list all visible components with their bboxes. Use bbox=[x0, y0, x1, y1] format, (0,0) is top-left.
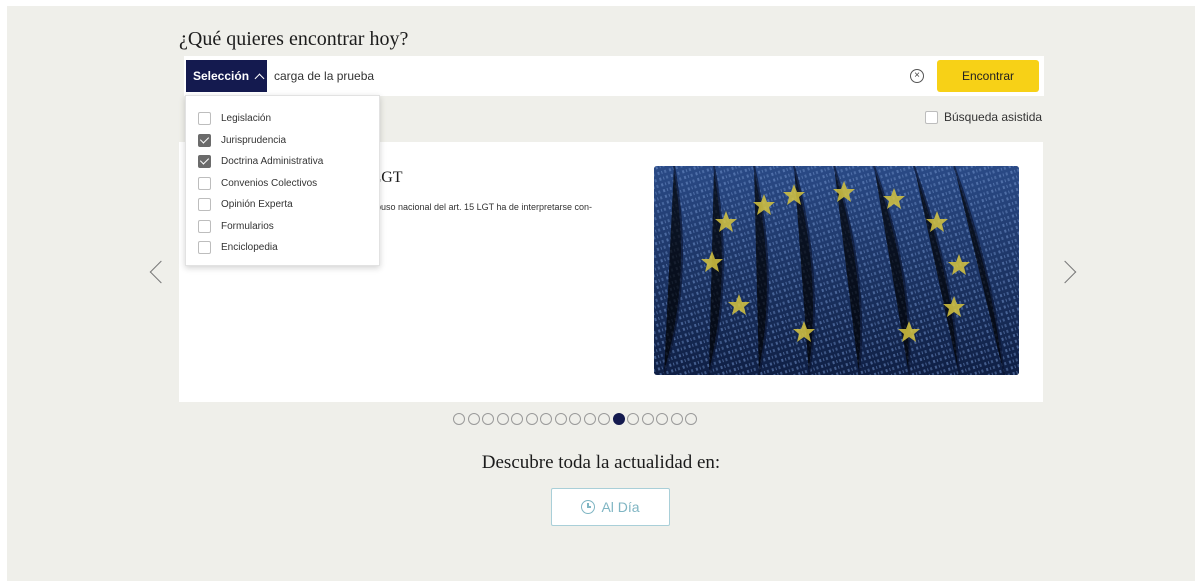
dropdown-option[interactable]: Jurisprudencia bbox=[198, 130, 379, 152]
page: ¿Qué quieres encontrar hoy? Selección × … bbox=[7, 6, 1195, 581]
selection-dropdown-button[interactable]: Selección bbox=[186, 60, 267, 92]
carousel-dot[interactable] bbox=[525, 413, 538, 425]
clock-icon bbox=[581, 500, 596, 514]
dropdown-option[interactable]: Formularios bbox=[198, 216, 379, 238]
card-summary: buso nacional del art. 15 LGT ha de inte… bbox=[376, 202, 592, 212]
al-dia-label: Al Día bbox=[601, 499, 640, 515]
carousel-dot[interactable] bbox=[656, 413, 668, 425]
dropdown-option[interactable]: Opinión Experta bbox=[198, 194, 379, 216]
dropdown-option[interactable]: Doctrina Administrativa bbox=[198, 151, 379, 173]
dropdown-option[interactable]: Enciclopedia bbox=[198, 237, 379, 259]
carousel-dot[interactable] bbox=[482, 413, 494, 425]
assisted-search-checkbox[interactable] bbox=[925, 110, 938, 124]
selection-dropdown-menu: Legislación Jurisprudencia Doctrina Admini… bbox=[185, 95, 380, 266]
carousel-pagination bbox=[453, 413, 697, 425]
carousel-dot[interactable] bbox=[627, 413, 639, 425]
carousel-dot[interactable] bbox=[453, 413, 465, 425]
carousel-dot[interactable] bbox=[641, 413, 654, 425]
search-bar: Selección × Encontrar bbox=[184, 56, 1044, 96]
carousel-dot[interactable] bbox=[670, 413, 683, 425]
option-label: Doctrina Administrativa bbox=[221, 156, 324, 168]
search-input[interactable] bbox=[274, 61, 874, 91]
assisted-search-toggle[interactable]: Búsqueda asistida bbox=[925, 110, 1042, 124]
carousel-dot[interactable] bbox=[554, 413, 567, 425]
carousel-next-chevron-right-icon[interactable] bbox=[1053, 260, 1077, 284]
chevron-up-icon bbox=[254, 73, 265, 83]
al-dia-button[interactable]: Al Día bbox=[551, 488, 670, 526]
carousel-dot[interactable] bbox=[612, 413, 625, 425]
carousel-dot[interactable] bbox=[540, 413, 552, 425]
option-checkbox[interactable] bbox=[198, 155, 211, 169]
option-checkbox[interactable] bbox=[198, 198, 211, 212]
carousel-dot[interactable] bbox=[511, 413, 523, 425]
carousel-prev-chevron-left-icon[interactable] bbox=[149, 260, 173, 284]
find-button[interactable]: Encontrar bbox=[937, 60, 1039, 92]
carousel-dot[interactable] bbox=[467, 413, 480, 425]
option-label: Opinión Experta bbox=[221, 199, 293, 211]
option-checkbox[interactable] bbox=[198, 241, 211, 255]
option-label: Legislación bbox=[221, 113, 272, 125]
assisted-search-label: Búsqueda asistida bbox=[944, 110, 1043, 124]
dropdown-option[interactable]: Convenios Colectivos bbox=[198, 173, 379, 195]
carousel-dot[interactable] bbox=[685, 413, 697, 425]
dropdown-option[interactable]: Legislación bbox=[198, 108, 379, 130]
option-checkbox[interactable] bbox=[198, 219, 211, 233]
option-checkbox[interactable] bbox=[198, 133, 211, 147]
option-checkbox[interactable] bbox=[198, 112, 211, 126]
option-label: Enciclopedia bbox=[221, 242, 278, 254]
page-title: ¿Qué quieres encontrar hoy? bbox=[179, 28, 409, 50]
carousel-dot[interactable] bbox=[496, 413, 509, 425]
eu-binary-flag-image bbox=[654, 166, 1019, 375]
carousel-dot[interactable] bbox=[569, 413, 581, 425]
option-label: Jurisprudencia bbox=[221, 134, 287, 146]
discover-heading: Descubre toda la actualidad en: bbox=[481, 452, 721, 473]
option-checkbox[interactable] bbox=[198, 176, 211, 190]
selection-label: Selección bbox=[193, 69, 250, 83]
carousel-dot[interactable] bbox=[583, 413, 596, 425]
option-label: Convenios Colectivos bbox=[221, 177, 318, 189]
option-label: Formularios bbox=[221, 220, 274, 232]
carousel-dot[interactable] bbox=[598, 413, 610, 425]
clear-search-icon[interactable]: × bbox=[910, 69, 924, 83]
card-image bbox=[654, 166, 1019, 375]
